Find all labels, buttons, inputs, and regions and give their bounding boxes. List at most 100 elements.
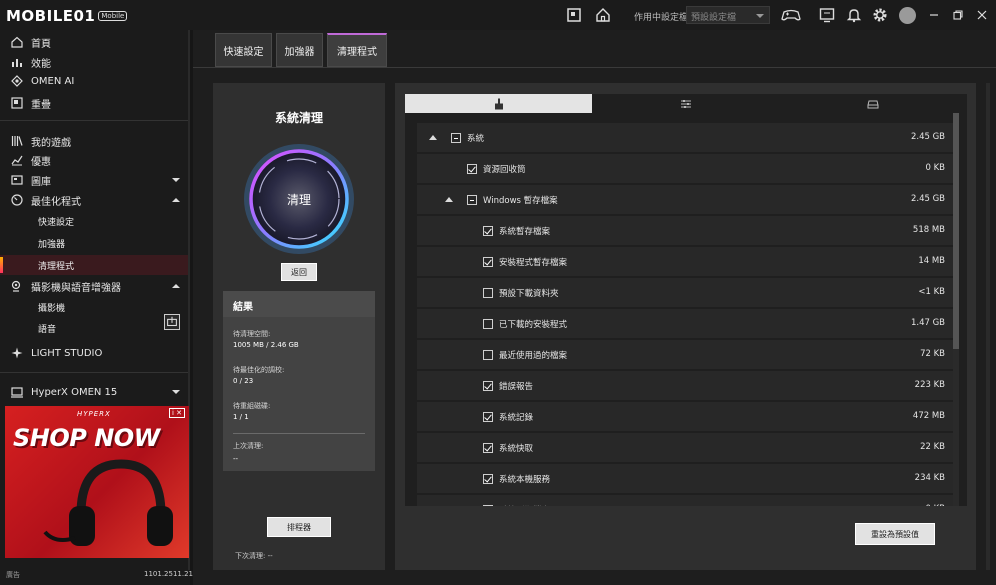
row-checkbox[interactable] xyxy=(483,381,493,391)
tree-row[interactable]: 最近使用過的檔案 72 KB xyxy=(417,340,955,370)
row-checkbox[interactable] xyxy=(483,443,493,453)
sidebar-item-light-studio[interactable]: LIGHT STUDIO xyxy=(0,343,188,363)
row-checkbox[interactable] xyxy=(451,133,461,143)
tree-row[interactable]: 系統本機服務 234 KB xyxy=(417,464,955,494)
tree-row[interactable]: 系統暫存檔案 518 MB xyxy=(417,216,955,246)
collapse-toggle-icon[interactable] xyxy=(429,135,437,140)
row-name: 預設下載資料夾 xyxy=(499,289,559,299)
row-checkbox[interactable] xyxy=(483,288,493,298)
row-checkbox[interactable] xyxy=(483,350,493,360)
tab-sliders[interactable] xyxy=(592,94,779,113)
sidebar-item-camera-voice[interactable]: 攝影機與語音增強器 xyxy=(0,276,188,296)
clean-orb-button[interactable]: 清理 xyxy=(243,143,355,255)
tab-brush[interactable] xyxy=(405,94,592,113)
sidebar-item-my-games[interactable]: 我的遊戲 xyxy=(0,131,188,151)
logo-sub: Mobile xyxy=(98,11,128,21)
chevron-down-icon xyxy=(172,390,180,394)
monitor-icon[interactable] xyxy=(819,7,835,23)
app-logo: MOBILE01 Mobile xyxy=(6,6,128,26)
tab-cleaner[interactable]: 清理程式 xyxy=(327,33,387,67)
sidebar-subitem-quick-settings[interactable]: 快速設定 xyxy=(0,211,188,231)
row-checkbox[interactable] xyxy=(483,474,493,484)
results-divider xyxy=(233,433,365,434)
tree-scrollbar[interactable] xyxy=(953,113,959,506)
profile-select[interactable]: 預設設定檔 xyxy=(686,6,770,24)
sidebar-subitem-voice[interactable]: 語音 xyxy=(0,318,188,338)
restore-icon[interactable] xyxy=(952,9,964,21)
sidebar-item-omen-ai[interactable]: OMEN AI xyxy=(0,71,188,91)
sidebar-item-overlay[interactable]: 重疊 xyxy=(0,93,188,113)
logo-text: MOBILE01 xyxy=(6,7,96,25)
footer-ad-label: 廣告 xyxy=(6,571,20,579)
tab-label: 加強器 xyxy=(284,46,315,58)
gear-icon[interactable] xyxy=(872,7,888,23)
collapse-toggle-icon[interactable] xyxy=(445,197,453,202)
sidebar-item-optimizer[interactable]: 最佳化程式 xyxy=(0,190,188,210)
brush-icon xyxy=(494,98,503,109)
chevron-down-icon xyxy=(172,178,180,182)
tab-disk[interactable] xyxy=(779,94,966,113)
row-size: 1.47 GB xyxy=(910,318,945,328)
tab-booster[interactable]: 加強器 xyxy=(276,33,323,67)
tree-row[interactable]: 系統記錄 472 MB xyxy=(417,402,955,432)
row-checkbox[interactable] xyxy=(483,257,493,267)
row-checkbox[interactable] xyxy=(483,412,493,422)
back-button[interactable]: 返回 xyxy=(281,263,317,281)
row-checkbox[interactable] xyxy=(467,195,477,205)
row-name: 系統暫存檔案 xyxy=(499,227,551,237)
scheduler-button[interactable]: 排程器 xyxy=(267,517,331,537)
advertisement-banner[interactable]: HYPERX i ✕ SHOP NOW xyxy=(5,406,189,558)
reset-defaults-button[interactable]: 重設為預設值 xyxy=(855,523,935,545)
sidebar-subitem-booster[interactable]: 加強器 xyxy=(0,233,188,253)
sidebar-item-home[interactable]: 首頁 xyxy=(0,32,188,52)
sidebar-item-performance[interactable]: 效能 xyxy=(0,52,188,72)
row-size: 472 MB xyxy=(912,411,945,421)
bell-icon[interactable] xyxy=(846,7,862,23)
tree-row[interactable]: 預設下載資料夾 <1 KB xyxy=(417,278,955,308)
avatar[interactable] xyxy=(899,7,916,24)
main-scrollbar[interactable] xyxy=(986,83,990,570)
sparkle-icon xyxy=(11,347,23,359)
tree-row[interactable]: 安裝程式暫存檔案 14 MB xyxy=(417,247,955,277)
row-name: 系統快取 xyxy=(499,444,534,454)
sidebar-item-deals[interactable]: 優惠 xyxy=(0,150,188,170)
tab-label: 快速設定 xyxy=(223,46,264,58)
news-icon[interactable] xyxy=(566,7,582,23)
sidebar-subitem-camera[interactable]: 攝影機 xyxy=(0,297,188,317)
tab-quick-settings[interactable]: 快速設定 xyxy=(215,33,272,67)
row-checkbox[interactable] xyxy=(483,226,493,236)
ad-headline: SHOP NOW xyxy=(13,424,160,452)
space-value: 1005 MB / 2.46 GB xyxy=(233,341,299,349)
deals-icon xyxy=(11,154,23,166)
tree-row[interactable]: 錯誤報告 223 KB xyxy=(417,371,955,401)
row-name: 錯誤報告 xyxy=(499,382,534,392)
row-size: 0 KB xyxy=(925,504,945,506)
tree-row[interactable]: Windows 暫存檔案 2.45 GB xyxy=(417,185,955,215)
row-name: 系統 xyxy=(467,134,485,144)
sidebar-subitem-cleaner[interactable]: 清理程式 xyxy=(0,255,188,275)
tree-row[interactable]: 系統快取 22 KB xyxy=(417,433,955,463)
sliders-icon xyxy=(680,99,691,108)
sidebar-item-gallery[interactable]: 圖庫 xyxy=(0,170,188,190)
row-name: 系統記錄 xyxy=(499,413,534,423)
home-icon[interactable] xyxy=(595,7,611,23)
tree-row[interactable]: 資源回收筒 0 KB xyxy=(417,154,955,184)
tree-scrollbar-thumb[interactable] xyxy=(953,113,959,349)
profile-select-value: 預設設定檔 xyxy=(691,13,737,23)
light-studio-open-icon[interactable] xyxy=(164,314,180,330)
sidebar-item-device[interactable]: HyperX OMEN 15 xyxy=(0,382,188,402)
tree-row[interactable]: 已下載的安裝程式 1.47 GB xyxy=(417,309,955,339)
ad-close-icon[interactable]: i ✕ xyxy=(168,408,185,418)
row-checkbox[interactable] xyxy=(483,319,493,329)
sidebar-item-label: 我的遊戲 xyxy=(31,137,71,149)
row-checkbox[interactable] xyxy=(467,164,477,174)
camera-icon xyxy=(11,280,23,292)
performance-icon xyxy=(11,56,23,68)
chevron-up-icon xyxy=(172,284,180,288)
close-icon[interactable] xyxy=(976,9,988,21)
minimize-icon[interactable] xyxy=(928,9,940,21)
row-checkbox[interactable] xyxy=(483,505,493,506)
gamepad-icon[interactable] xyxy=(781,7,801,23)
tree-row[interactable]: 系統到期檔案 0 KB xyxy=(417,495,955,506)
tree-row[interactable]: 系統 2.45 GB xyxy=(417,123,955,153)
